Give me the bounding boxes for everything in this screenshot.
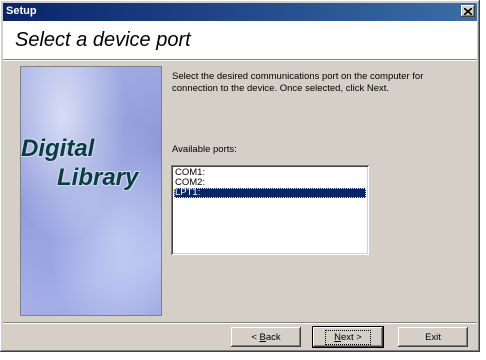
window-title: Setup bbox=[6, 5, 37, 17]
setup-window: Setup Select a device port Digital Libra… bbox=[0, 0, 480, 352]
instructions-text: Select the desired communications port o… bbox=[172, 71, 424, 94]
page-title: Select a device port bbox=[15, 29, 191, 51]
back-button[interactable]: < Back bbox=[231, 327, 301, 347]
next-button-label: Next > bbox=[325, 329, 371, 345]
banner-word-library: Library bbox=[57, 164, 139, 191]
close-icon bbox=[464, 7, 472, 15]
port-list-item[interactable]: COM2: bbox=[174, 178, 366, 188]
ports-list: COM1: COM2: LPT1: bbox=[174, 168, 366, 198]
port-list-item[interactable]: LPT1: bbox=[174, 188, 366, 198]
title-bar: Setup bbox=[3, 3, 477, 21]
header-panel: Select a device port bbox=[3, 21, 477, 59]
next-button[interactable]: Next > bbox=[313, 327, 383, 347]
banner-word-digital: Digital bbox=[21, 135, 95, 162]
exit-button[interactable]: Exit bbox=[398, 327, 468, 347]
exit-button-label: Exit bbox=[425, 331, 441, 343]
header-divider bbox=[3, 59, 477, 61]
footer-divider bbox=[3, 322, 477, 324]
back-button-label: < Back bbox=[251, 331, 281, 343]
available-ports-label: Available ports: bbox=[172, 144, 237, 155]
close-button[interactable] bbox=[461, 5, 475, 17]
ports-listbox[interactable]: COM1: COM2: LPT1: bbox=[171, 165, 369, 255]
digital-library-banner-image: Digital Library bbox=[20, 66, 162, 316]
